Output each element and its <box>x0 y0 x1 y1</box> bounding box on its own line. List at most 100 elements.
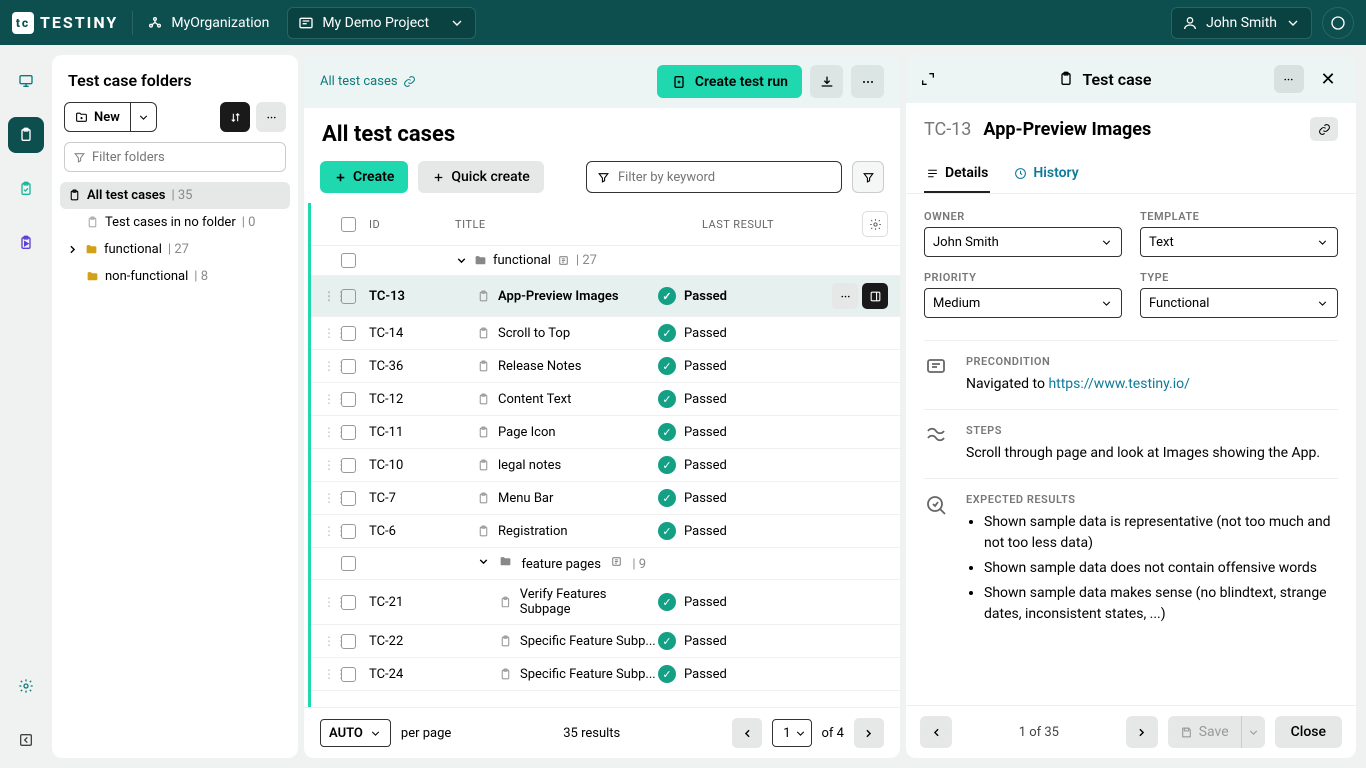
rail-plans[interactable] <box>8 225 44 261</box>
table-row[interactable]: ⋮⋮ TC-24 Specific Feature Subp... ✓Passe… <box>311 658 900 691</box>
close-button[interactable]: Close <box>1275 716 1342 748</box>
row-checkbox[interactable] <box>341 359 356 374</box>
group-checkbox[interactable] <box>341 253 356 268</box>
clipboard-icon <box>477 360 490 373</box>
precondition-label: PRECONDITION <box>966 355 1338 368</box>
detail-more-button[interactable] <box>1274 65 1304 93</box>
rail-testcases[interactable] <box>8 117 44 153</box>
type-label: TYPE <box>1140 271 1338 284</box>
plus-icon <box>432 171 445 184</box>
precondition-link[interactable]: https://www.testiny.io/ <box>1048 376 1189 392</box>
table-row[interactable]: ⋮⋮ TC-6 Registration ✓Passed <box>311 515 900 548</box>
group-checkbox[interactable] <box>341 556 356 571</box>
table-row[interactable]: ⋮⋮ TC-21 Verify Features Subpage ✓Passed <box>311 580 900 625</box>
create-test-run-button[interactable]: Create test run <box>657 65 802 98</box>
folder-nofolder[interactable]: Test cases in no folder | 0 <box>60 209 290 236</box>
import-button[interactable] <box>810 65 843 98</box>
clipboard-icon <box>477 290 490 303</box>
advanced-filter-button[interactable] <box>852 161 884 193</box>
main-more-button[interactable] <box>851 65 884 98</box>
tab-history[interactable]: History <box>1012 155 1080 193</box>
prev-page-button[interactable] <box>732 718 762 748</box>
org-selector[interactable]: MyOrganization <box>147 15 269 31</box>
check-icon: ✓ <box>658 423 676 441</box>
row-checkbox[interactable] <box>341 524 356 539</box>
rail-runs[interactable] <box>8 171 44 207</box>
table-row[interactable]: ⋮⋮ TC-11 Page Icon ✓Passed <box>311 416 900 449</box>
rail-collapse[interactable] <box>8 722 44 758</box>
tab-details[interactable]: Details <box>924 155 990 193</box>
user-menu[interactable]: John Smith <box>1171 7 1312 39</box>
project-icon <box>298 15 314 31</box>
tc-id-cell: TC-6 <box>369 524 455 539</box>
rail-settings[interactable] <box>8 668 44 704</box>
row-checkbox[interactable] <box>341 289 356 304</box>
help-icon <box>1330 15 1346 31</box>
save-button[interactable]: Save <box>1168 716 1241 748</box>
folder-all-testcases[interactable]: All test cases | 35 <box>60 182 290 209</box>
tc-name: App-Preview Images <box>983 119 1151 140</box>
table-row[interactable]: ⋮⋮ TC-7 Menu Bar ✓Passed <box>311 482 900 515</box>
folder-label: Test cases in no folder <box>105 215 236 230</box>
col-result[interactable]: LAST RESULT <box>702 218 862 231</box>
prev-tc-button[interactable] <box>920 716 952 748</box>
breadcrumb[interactable]: All test cases <box>320 74 416 89</box>
tc-id-cell: TC-7 <box>369 491 455 506</box>
result-badge: ✓Passed <box>658 489 818 507</box>
page-selector[interactable]: 1 <box>772 719 811 747</box>
table-group-row[interactable]: functional | 27 <box>311 246 900 276</box>
folder-filter-field[interactable] <box>92 150 277 165</box>
quick-create-button[interactable]: Quick create <box>418 161 543 193</box>
close-detail-button[interactable]: ✕ <box>1314 65 1342 93</box>
priority-select[interactable]: Medium <box>924 288 1122 318</box>
columns-config-button[interactable] <box>862 211 888 237</box>
col-title[interactable]: TITLE <box>455 218 702 231</box>
table-row[interactable]: ⋮⋮ TC-10 legal notes ✓Passed <box>311 449 900 482</box>
keyword-input[interactable] <box>618 170 831 185</box>
project-selector[interactable]: My Demo Project <box>287 7 476 39</box>
row-checkbox[interactable] <box>341 634 356 649</box>
save-dropdown[interactable] <box>1241 716 1265 748</box>
type-select[interactable]: Functional <box>1140 288 1338 318</box>
table-row[interactable]: ⋮⋮ TC-12 Content Text ✓Passed <box>311 383 900 416</box>
pagesize-selector[interactable]: AUTO <box>320 719 391 747</box>
next-page-button[interactable] <box>854 718 884 748</box>
folder-nonfunctional[interactable]: non-functional | 8 <box>60 263 290 290</box>
monitor-icon <box>18 73 34 89</box>
table-row[interactable]: ⋮⋮ TC-14 Scroll to Top ✓Passed <box>311 317 900 350</box>
keyword-filter[interactable] <box>586 161 842 193</box>
tc-id: TC-13 <box>924 119 971 140</box>
row-more-button[interactable] <box>832 283 858 309</box>
chevron-right-icon <box>1135 726 1148 739</box>
folders-more-button[interactable] <box>256 102 286 132</box>
row-checkbox[interactable] <box>341 595 356 610</box>
rail-dashboard[interactable] <box>8 63 44 99</box>
row-checkbox[interactable] <box>341 425 356 440</box>
row-open-button[interactable] <box>862 283 888 309</box>
table-group-row[interactable]: feature pages | 9 <box>311 548 900 580</box>
row-checkbox[interactable] <box>341 491 356 506</box>
template-select[interactable]: Text <box>1140 227 1338 257</box>
expand-icon[interactable] <box>920 71 936 87</box>
new-folder-dropdown[interactable] <box>131 102 157 132</box>
col-id[interactable]: ID <box>369 218 455 231</box>
select-all-checkbox[interactable] <box>341 217 356 232</box>
table-row[interactable]: ⋮⋮ TC-22 Specific Feature Subp... ✓Passe… <box>311 625 900 658</box>
folder-filter-input[interactable] <box>64 142 286 172</box>
table-row[interactable]: ⋮⋮ TC-36 Release Notes ✓Passed <box>311 350 900 383</box>
sort-button[interactable] <box>220 102 250 132</box>
row-checkbox[interactable] <box>341 458 356 473</box>
row-checkbox[interactable] <box>341 326 356 341</box>
permalink-button[interactable] <box>1310 117 1338 141</box>
new-folder-button[interactable]: New <box>64 102 131 132</box>
row-checkbox[interactable] <box>341 392 356 407</box>
table-row[interactable]: ⋮⋮ TC-13 App-Preview Images ✓Passed <box>311 276 900 317</box>
owner-select[interactable]: John Smith <box>924 227 1122 257</box>
folder-functional[interactable]: functional | 27 <box>60 236 290 263</box>
tc-id-cell: TC-24 <box>369 667 455 682</box>
logo[interactable]: tc TESTINY <box>12 12 118 34</box>
next-tc-button[interactable] <box>1126 716 1158 748</box>
help-button[interactable] <box>1322 7 1354 39</box>
row-checkbox[interactable] <box>341 667 356 682</box>
create-button[interactable]: Create <box>320 161 408 193</box>
